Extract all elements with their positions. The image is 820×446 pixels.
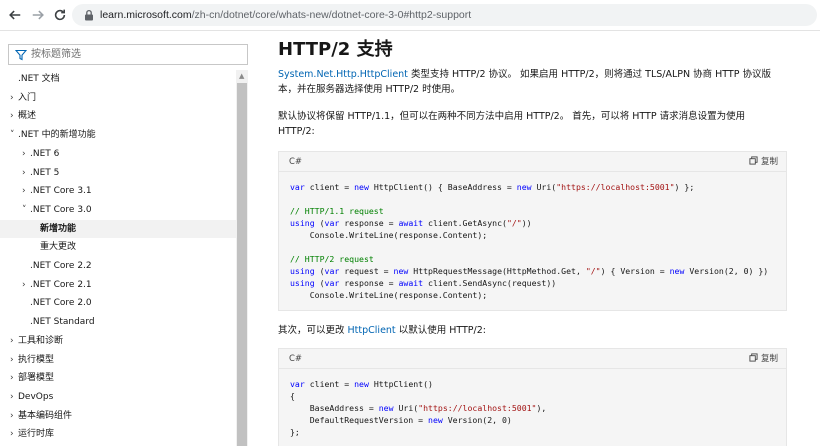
chevron-right-icon[interactable]: › [22,145,26,163]
back-arrow-icon[interactable] [6,6,24,24]
code-language: C# [289,157,303,167]
toc-item[interactable]: › 部署模型 [0,369,236,387]
toc-item[interactable]: › 工具和诊断 [0,332,236,350]
url-host: learn.microsoft.com [100,9,192,21]
forward-arrow-icon[interactable] [29,6,47,24]
scrollbar-thumb[interactable] [237,83,247,446]
chevron-right-icon[interactable]: › [10,332,14,350]
copy-button[interactable]: 复制 [749,155,778,169]
toc-item[interactable]: ˅ .NET 中的新增功能 [0,126,236,144]
code-header: C# 复制 [279,349,786,369]
browser-toolbar: learn.microsoft.com/zh-cn/dotnet/core/wh… [0,0,820,31]
chevron-right-icon[interactable]: › [10,388,14,406]
toc-item-label: .NET Core 2.1 [30,279,92,290]
chevron-right-icon[interactable]: › [10,351,14,369]
sidebar: 按标题筛选 .NET 文档 › 入门 › 概述 ˅ .NET 中的新增功能 › .NET 6 ›.… [0,32,258,446]
paragraph-default-protocol: 默认协议将保留 HTTP/1.1，但可以在两种不同方法中启用 HTTP/2。 首… [278,109,783,139]
sidebar-scrollbar[interactable]: ▲ [236,70,248,446]
toc-item-label: 概述 [18,111,37,122]
toc-item-label: .NET 文档 [18,74,60,84]
scroll-up-icon[interactable]: ▲ [239,72,244,80]
copy-button[interactable]: 复制 [749,352,778,366]
copy-icon [749,353,758,362]
toc-item-label: 运行时库 [18,429,55,440]
chevron-down-icon[interactable]: ˅ [22,201,27,219]
toc-item[interactable]: .NET Standard [0,313,236,331]
toc-item-label: .NET Standard [30,317,95,328]
paragraph-second-pre: 其次，可以更改 [278,325,348,336]
toc-item-label: .NET Core 3.1 [30,186,92,197]
chevron-right-icon[interactable]: › [22,164,26,182]
filter-input[interactable]: 按标题筛选 [8,44,248,65]
toc-item[interactable]: › 执行模型 [0,351,236,369]
toc-item[interactable]: › .NET Core 3.1 [0,182,236,200]
httpclient-type-link[interactable]: System.Net.Http.HttpClient [278,69,408,80]
toc-item-label: 执行模型 [18,354,55,365]
code-block-default: C# 复制 var client = new HttpClient() { Ba… [278,348,787,446]
chevron-right-icon[interactable]: › [10,407,14,425]
code-request: var client = new HttpClient() { BaseAddr… [290,182,769,300]
toc-item-label: 部署模型 [18,373,55,384]
toc-item-label: DevOps [18,391,54,402]
paragraph-intro: System.Net.Http.HttpClient 类型支持 HTTP/2 协… [278,67,783,97]
chevron-down-icon[interactable]: ˅ [10,126,15,144]
toc-item[interactable]: ˅ .NET Core 3.0 [0,201,236,219]
toc-item[interactable]: › DevOps [0,388,236,406]
toc-item[interactable]: › .NET Core 2.1 [0,276,236,294]
paragraph-intro-text: 类型支持 HTTP/2 协议。 如果启用 HTTP/2，则将通过 TLS/ALP… [407,69,771,80]
toc-item[interactable]: › .NET 6 [0,145,236,163]
toc-item[interactable]: › .NET 5 [0,164,236,182]
chevron-right-icon[interactable]: › [10,425,14,443]
chevron-right-icon[interactable]: › [10,107,14,125]
code-default-version: var client = new HttpClient() { BaseAddr… [290,379,547,437]
toc-item-label: .NET 6 [30,148,60,159]
toc-item[interactable]: .NET 文档 [0,70,236,88]
toc-item-label: .NET 5 [30,167,60,178]
toc-item[interactable]: › 运行时库 [0,425,236,443]
paragraph-default-line1: 默认协议将保留 HTTP/1.1，但可以在两种不同方法中启用 HTTP/2。 首… [278,111,746,122]
chevron-right-icon[interactable]: › [10,89,14,107]
toc-item-label: .NET Core 2.2 [30,261,92,271]
toc-item-label: 工具和诊断 [18,335,64,346]
chevron-right-icon[interactable]: › [22,276,26,294]
copy-icon [749,156,758,165]
toc-item-label: 新增功能 [40,223,77,234]
url-path: /zh-cn/dotnet/core/whats-new/dotnet-core… [191,9,472,21]
toc-item-label: .NET Core 3.0 [30,204,92,215]
page-title: HTTP/2 支持 [278,39,393,60]
address-bar[interactable]: learn.microsoft.com/zh-cn/dotnet/core/wh… [72,4,817,26]
toc-item-label: .NET Core 2.0 [30,298,92,309]
lock-icon[interactable] [83,9,95,21]
reload-icon[interactable] [51,6,69,24]
chevron-right-icon[interactable]: › [10,369,14,387]
toc-item[interactable]: .NET Core 2.0 [0,294,236,312]
paragraph-second-post: 以默认使用 HTTP/2: [395,325,486,336]
toc-item[interactable]: › 概述 [0,107,236,125]
toc-item[interactable]: › 基本编码组件 [0,407,236,425]
toc-item[interactable]: 重大更改 [0,238,236,256]
toc-item[interactable]: › 入门 [0,89,236,107]
paragraph-intro-line2: 本，并在服务器选择使用 HTTP/2 时使用。 [278,84,461,95]
toc-item-label: .NET 中的新增功能 [18,130,96,141]
toc-item[interactable]: 新增功能 [0,219,236,238]
toc-item[interactable]: .NET Core 2.2 [0,257,236,275]
toc-item-label: 基本编码组件 [18,410,73,421]
toc-item-label: 重大更改 [40,242,77,253]
code-block-request: C# 复制 var client = new HttpClient() { Ba… [278,151,787,311]
code-header: C# 复制 [279,152,786,172]
chevron-right-icon[interactable]: › [22,182,26,200]
copy-label: 复制 [760,157,778,167]
httpclient-link[interactable]: HttpClient [348,325,396,336]
filter-placeholder: 按标题筛选 [31,49,81,60]
paragraph-second-method: 其次，可以更改 HttpClient 以默认使用 HTTP/2: [278,323,783,338]
url-text[interactable]: learn.microsoft.com/zh-cn/dotnet/core/wh… [100,8,471,22]
filter-icon [15,49,27,61]
copy-label: 复制 [760,354,778,364]
code-language: C# [289,354,303,364]
toc-item-label: 入门 [18,92,37,103]
paragraph-default-line2: HTTP/2: [278,126,315,137]
